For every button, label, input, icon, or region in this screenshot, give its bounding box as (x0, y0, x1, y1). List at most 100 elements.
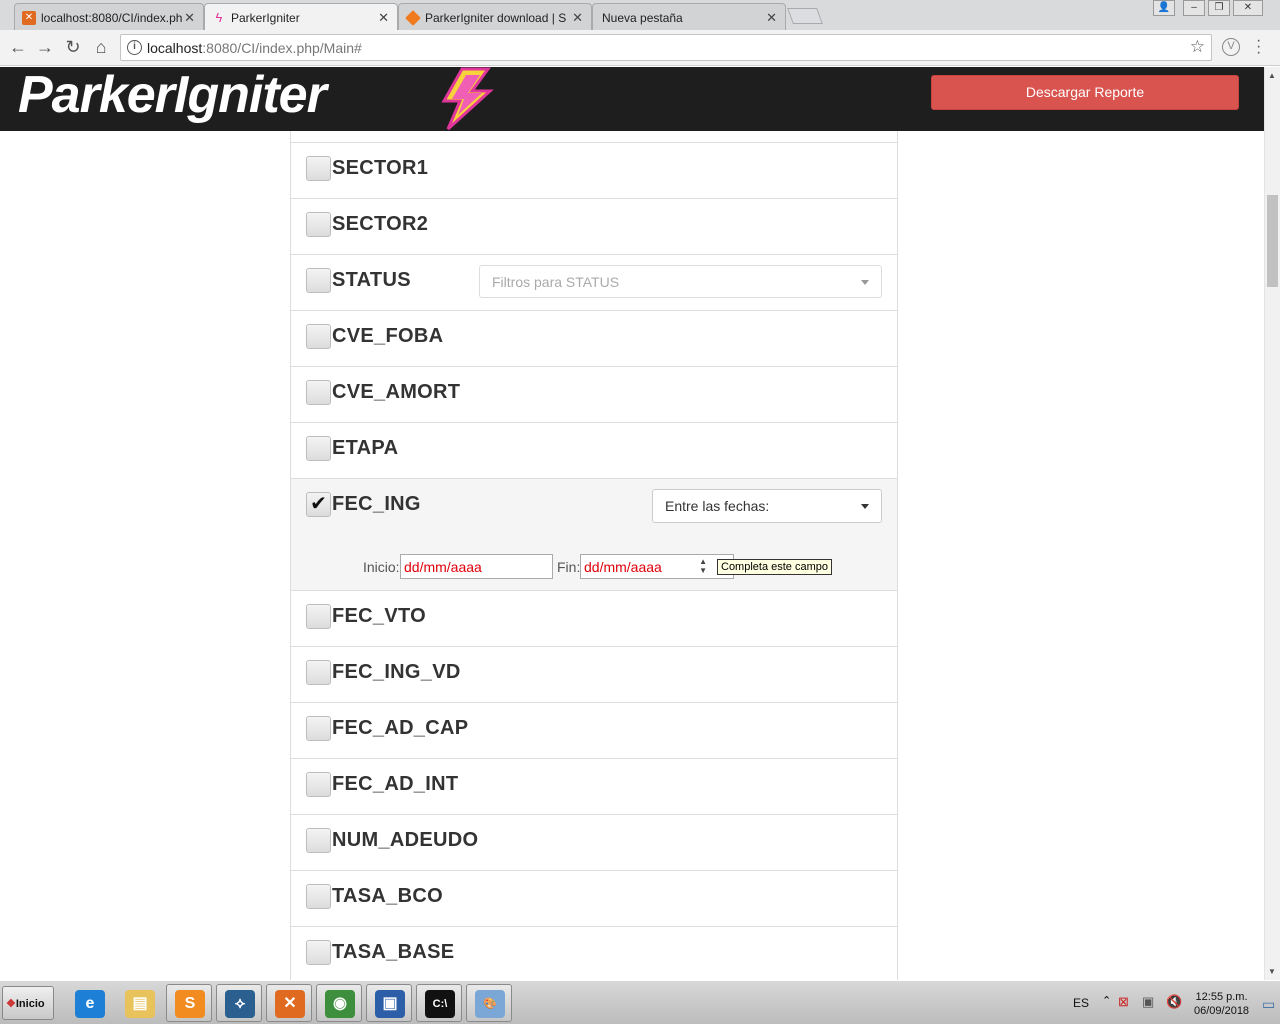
home-icon[interactable]: ⌂ (89, 36, 113, 60)
field-row: FEC_ING_VD (291, 647, 897, 703)
field-checkbox[interactable]: ✔ (306, 492, 331, 517)
reload-icon[interactable]: ↻ (61, 36, 85, 60)
forward-icon[interactable]: → (33, 36, 57, 60)
field-checkbox[interactable] (306, 660, 331, 685)
sublime-icon: S (175, 990, 205, 1018)
xampp-taskbar-button[interactable]: ✕ (266, 984, 312, 1022)
field-name: CVE_FOBA (332, 325, 444, 347)
field-checkbox[interactable] (306, 156, 331, 181)
volume-muted-icon[interactable]: 🔇 (1166, 994, 1182, 1010)
date-range-select[interactable]: Entre las fechas: (652, 489, 882, 523)
tab-label: ParkerIgniter (231, 11, 300, 25)
page-viewport: ParkerIgniter Descargar Reporte SECTORSE… (0, 67, 1264, 980)
field-name: FEC_ING_VD (332, 661, 461, 683)
field-name: FEC_AD_INT (332, 773, 459, 795)
field-row: ETAPA (291, 423, 897, 479)
tab-new[interactable]: Nueva pestaña ✕ (592, 3, 786, 30)
field-checkbox[interactable] (306, 716, 331, 741)
start-button[interactable]: ❖Inicio (2, 986, 54, 1020)
field-checkbox[interactable] (306, 772, 331, 797)
app-logo[interactable]: ParkerIgniter (18, 67, 327, 123)
end-date-input[interactable]: dd/mm/aaaa▲▼▼ (580, 554, 734, 579)
ie-taskbar-button[interactable]: e (66, 984, 112, 1022)
close-icon[interactable]: ✕ (572, 10, 583, 26)
paint-icon: 🎨 (475, 990, 505, 1018)
field-checkbox[interactable] (306, 268, 331, 293)
close-window-button[interactable]: ✕ (1233, 0, 1263, 16)
cmd-taskbar-button[interactable]: C:\ (416, 984, 462, 1022)
close-icon[interactable]: ✕ (378, 10, 389, 26)
taskbar: ❖Inicio e ▤ S ⟡ ✕ ◉ ▣ C:\ 🎨 ES ⌃ ⊠ ▣ 🔇 12:55 p.m… (0, 980, 1280, 1024)
field-name: NUM_ADEUDO (332, 829, 479, 851)
field-name: TASA_BASE (332, 941, 455, 963)
spinner-icon[interactable]: ▲ ▼ (699, 557, 707, 575)
address-bar[interactable]: i localhost:8080/CI/index.php/Main# ☆ (120, 34, 1212, 61)
bookmark-star-icon[interactable]: ☆ (1190, 37, 1205, 57)
tray-expand-icon[interactable]: ⌃ (1102, 994, 1111, 1007)
user-icon[interactable]: 👤 (1153, 0, 1175, 16)
tab-strip: ✕ localhost:8080/CI/index.ph ✕ ϟ ParkerI… (0, 0, 1280, 30)
restore-button[interactable]: ❐ (1208, 0, 1230, 16)
paint-taskbar-button[interactable]: 🎨 (466, 984, 512, 1022)
close-icon[interactable]: ✕ (766, 10, 777, 26)
download-report-button[interactable]: Descargar Reporte (931, 75, 1239, 110)
status-filter-select[interactable]: Filtros para STATUS (479, 265, 882, 298)
field-checkbox[interactable] (306, 884, 331, 909)
range-option: Entre las fechas: (665, 498, 770, 514)
monitor-icon[interactable]: ▣ (1142, 994, 1154, 1010)
xampp-icon: ✕ (275, 990, 305, 1018)
chrome-taskbar-button[interactable]: ◉ (316, 984, 362, 1022)
scroll-down-icon[interactable]: ▼ (1268, 967, 1276, 976)
minimize-button[interactable]: – (1183, 0, 1205, 16)
new-tab-button[interactable] (787, 8, 823, 24)
start-date-input[interactable]: dd/mm/aaaa (400, 554, 553, 579)
field-name: FEC_AD_CAP (332, 717, 469, 739)
sublime-taskbar-button[interactable]: S (166, 984, 212, 1022)
clock[interactable]: 12:55 p.m. 06/09/2018 (1194, 990, 1249, 1018)
page-scrollbar[interactable]: ▲ ▼ (1264, 67, 1280, 980)
tab-label: Nueva pestaña (602, 11, 683, 25)
end-date-label: Fin: (557, 559, 581, 575)
show-desktop-icon[interactable]: ▭ (1262, 996, 1275, 1013)
back-icon[interactable]: ← (6, 36, 30, 60)
url-text: localhost:8080/CI/index.php/Main# (147, 40, 362, 56)
field-checkbox[interactable] (306, 940, 331, 965)
tab-sourceforge[interactable]: ParkerIgniter download | S ✕ (398, 3, 592, 30)
extension-icon[interactable]: V (1222, 38, 1240, 56)
clock-time: 12:55 p.m. (1195, 991, 1248, 1003)
field-checkbox[interactable] (306, 324, 331, 349)
tab-parkerigniter[interactable]: ϟ ParkerIgniter ✕ (204, 3, 398, 30)
menu-icon[interactable]: · · · (1256, 33, 1261, 61)
field-checkbox[interactable] (306, 436, 331, 461)
mysql-workbench-taskbar-button[interactable]: ⟡ (216, 984, 262, 1022)
clock-date: 06/09/2018 (1194, 1005, 1250, 1017)
language-indicator[interactable]: ES (1073, 996, 1089, 1010)
field-checkbox[interactable] (306, 604, 331, 629)
field-name: CVE_AMORT (332, 381, 461, 403)
close-icon[interactable]: ✕ (184, 10, 195, 26)
field-row: CVE_FOBA (291, 311, 897, 367)
field-row: FEC_AD_CAP (291, 703, 897, 759)
tab-localhost[interactable]: ✕ localhost:8080/CI/index.ph ✕ (14, 3, 204, 30)
start-label: Inicio (15, 998, 45, 1010)
info-icon[interactable]: i (127, 40, 142, 55)
explorer-folder-taskbar-button[interactable]: ▤ (116, 984, 162, 1022)
field-checkbox[interactable] (306, 212, 331, 237)
xampp-icon: ✕ (22, 11, 36, 25)
scrollbar-thumb[interactable] (1267, 195, 1278, 287)
url-path: :8080/CI/index.php/Main# (202, 40, 362, 56)
sourceforge-icon (405, 10, 421, 26)
explorer-folder-icon: ▤ (125, 990, 155, 1018)
network-error-icon[interactable]: ⊠ (1118, 994, 1129, 1010)
remote-desktop-taskbar-button[interactable]: ▣ (366, 984, 412, 1022)
scroll-up-icon[interactable]: ▲ (1268, 71, 1276, 80)
start-date-label: Inicio: (363, 559, 400, 575)
tab-label: localhost:8080/CI/index.ph (41, 11, 183, 25)
field-checkbox[interactable] (306, 828, 331, 853)
filter-placeholder: Filtros para STATUS (492, 274, 620, 290)
field-name: ETAPA (332, 437, 399, 459)
field-checkbox[interactable] (306, 380, 331, 405)
mysql-workbench-icon: ⟡ (225, 990, 255, 1018)
bolt-logo-icon (441, 67, 494, 131)
end-date-value: dd/mm/aaaa (584, 559, 662, 575)
